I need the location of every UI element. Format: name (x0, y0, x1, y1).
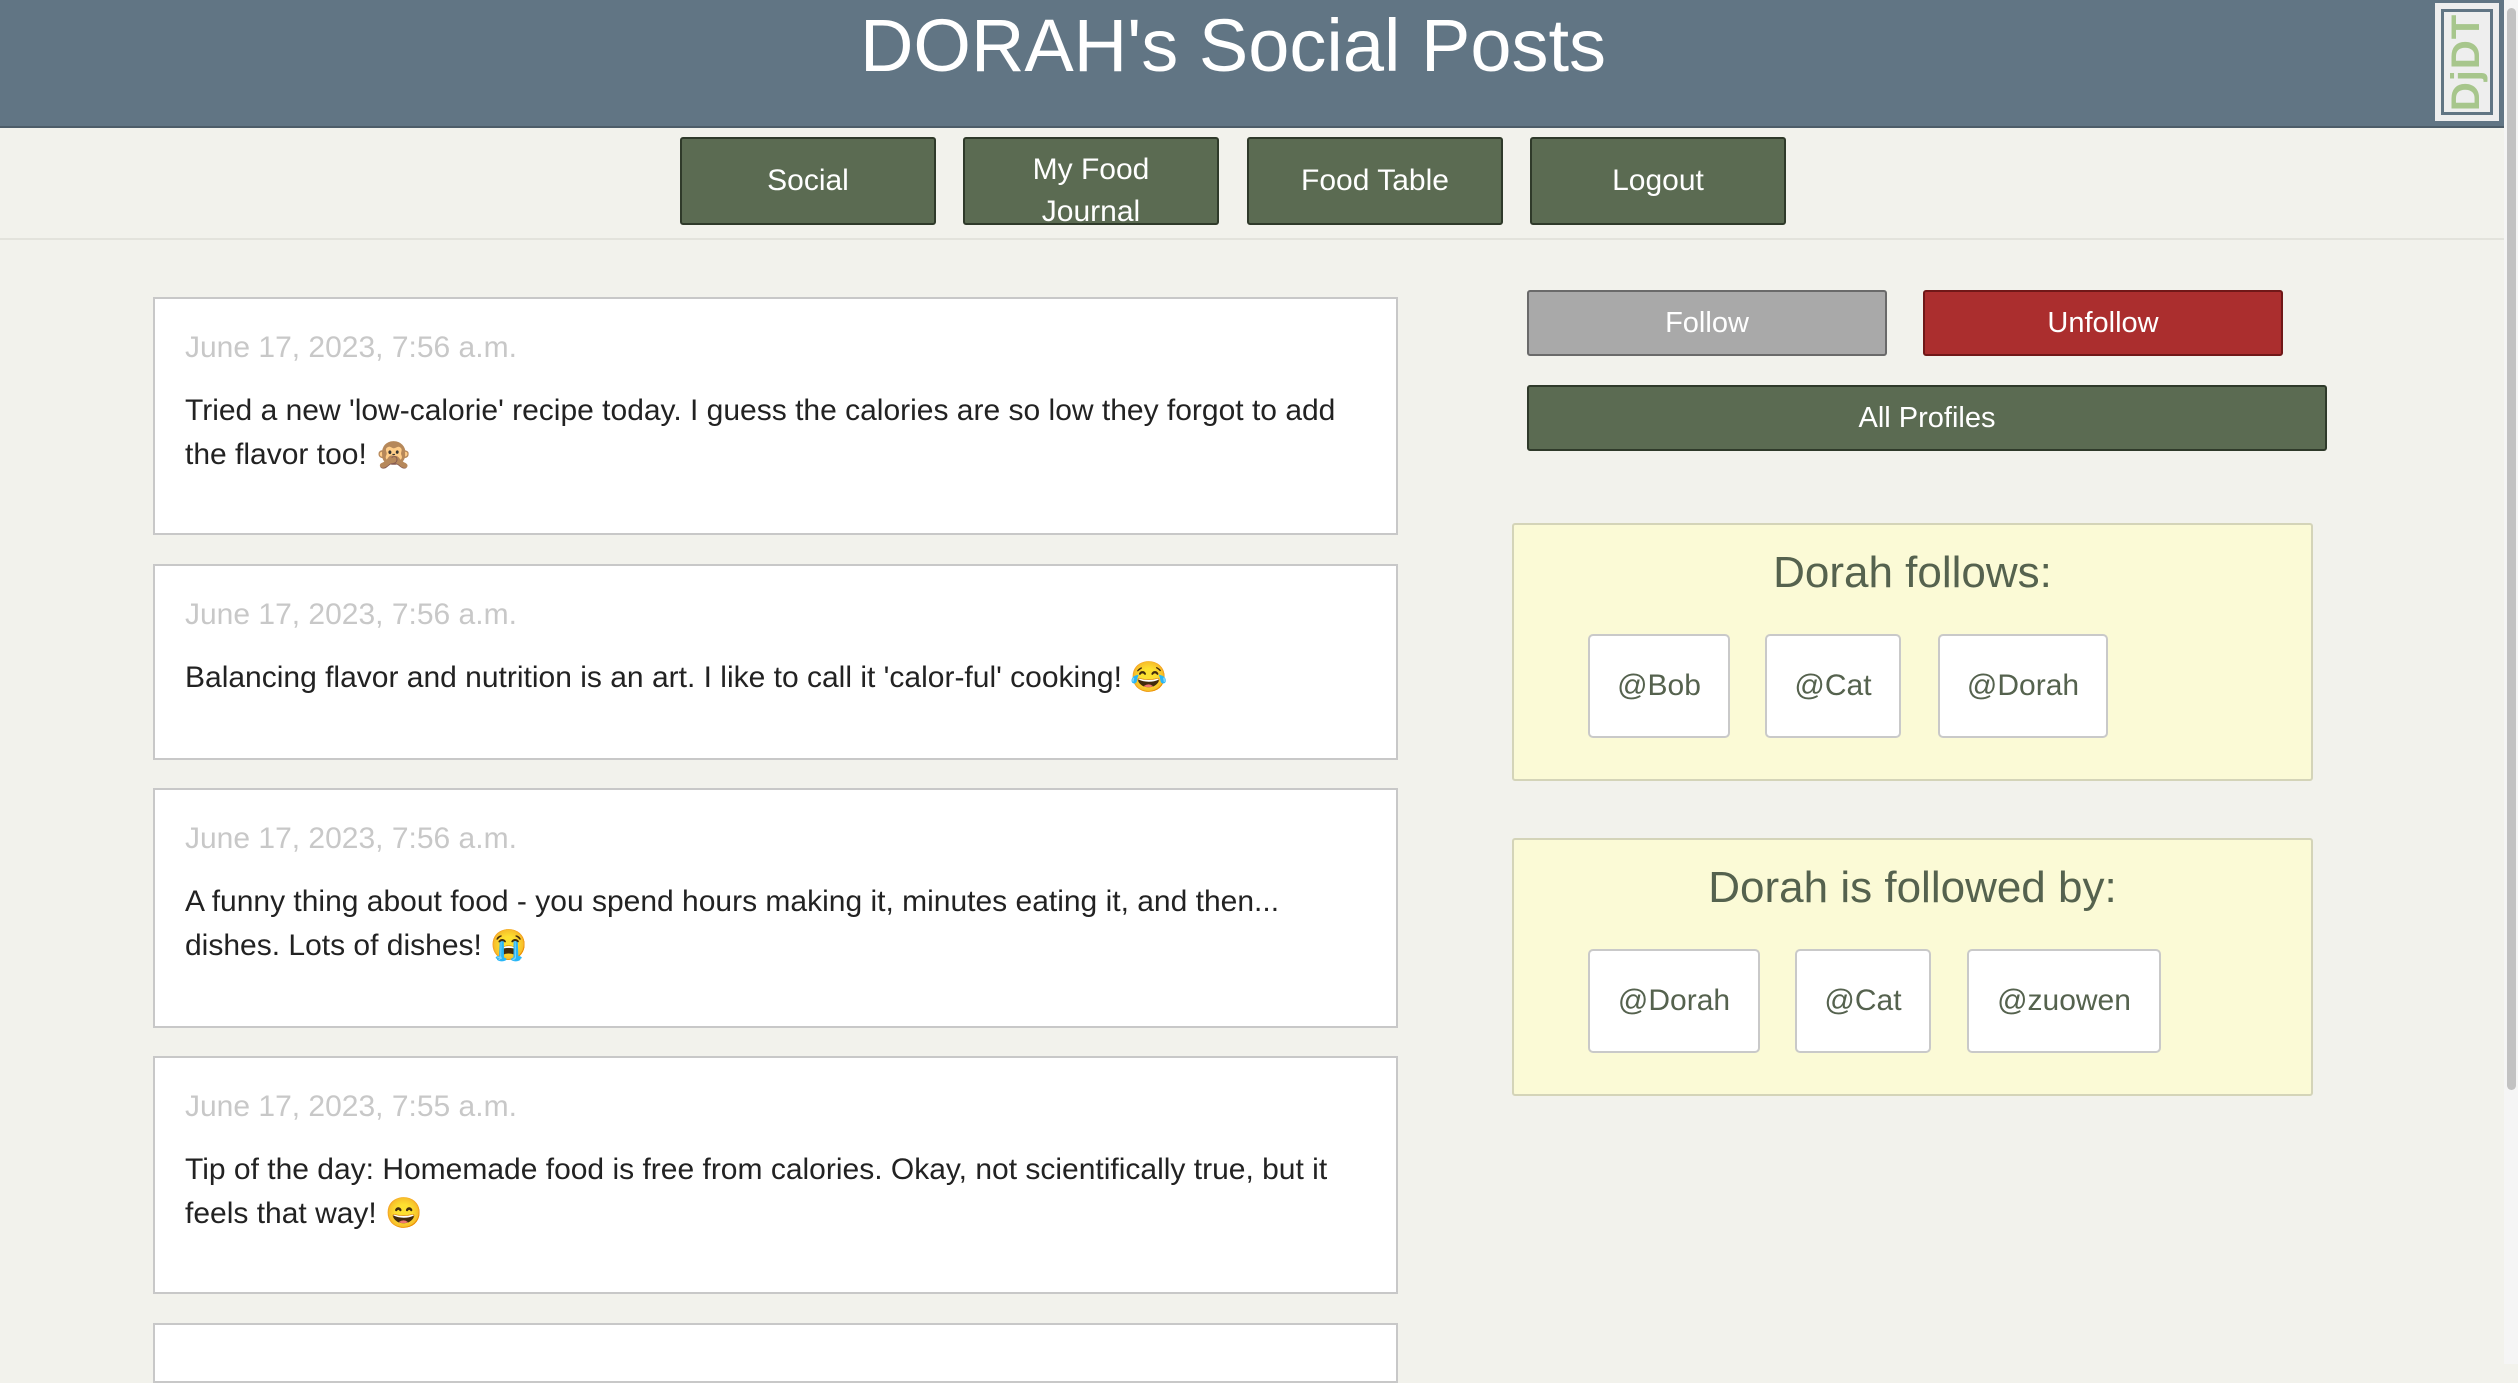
social-button[interactable]: Social (680, 137, 936, 225)
post-card: June 17, 2023, 7:56 a.m. Balancing flavo… (153, 564, 1398, 760)
debug-toolbar-frame: DjDT (2441, 9, 2493, 115)
post-date: June 17, 2023, 7:56 a.m. (185, 822, 517, 855)
post-card: June 17, 2023, 7:56 a.m. Tried a new 'lo… (153, 297, 1398, 535)
user-chip-cat[interactable]: @Cat (1795, 949, 1931, 1053)
logout-button[interactable]: Logout (1530, 137, 1786, 225)
post-card: June 17, 2023, 7:56 a.m. A funny thing a… (153, 788, 1398, 1028)
post-date: June 17, 2023, 7:56 a.m. (185, 598, 517, 631)
page-title: DORAH's Social Posts (859, 4, 1607, 87)
user-chip-cat[interactable]: @Cat (1765, 634, 1901, 738)
debug-toolbar-label: DjDT (2444, 13, 2489, 111)
page-scrollbar[interactable] (2504, 0, 2518, 1364)
debug-toolbar-handle[interactable]: DjDT (2432, 0, 2502, 124)
food-journal-button[interactable]: My Food Journal (963, 137, 1219, 225)
user-chip-zuowen[interactable]: @zuowen (1967, 949, 2161, 1053)
post-date: June 17, 2023, 7:55 a.m. (185, 1090, 517, 1123)
user-chip-dorah[interactable]: @Dorah (1588, 949, 1760, 1053)
followed-by-title: Dorah is followed by: (1708, 863, 2117, 912)
post-text: Balancing flavor and nutrition is an art… (185, 661, 1168, 694)
post-card (153, 1323, 1398, 1383)
post-text: Tip of the day: Homemade food is free fr… (185, 1153, 1328, 1230)
post-text: A funny thing about food - you spend hou… (185, 885, 1280, 962)
post-date: June 17, 2023, 7:56 a.m. (185, 331, 517, 364)
followed-by-box: Dorah is followed by: @Dorah @Cat @zuowe… (1512, 838, 2313, 1096)
post-card: June 17, 2023, 7:55 a.m. Tip of the day:… (153, 1056, 1398, 1294)
follows-title: Dorah follows: (1773, 548, 2052, 597)
page-header: DORAH's Social Posts DjDT (0, 0, 2508, 128)
scrollbar-thumb[interactable] (2507, 8, 2516, 1090)
all-profiles-button[interactable]: All Profiles (1527, 385, 2327, 451)
unfollow-button[interactable]: Unfollow (1923, 290, 2283, 356)
user-chip-bob[interactable]: @Bob (1588, 634, 1730, 738)
post-text: Tried a new 'low-calorie' recipe today. … (185, 394, 1336, 471)
user-chip-dorah[interactable]: @Dorah (1938, 634, 2108, 738)
follows-box: Dorah follows: @Bob @Cat @Dorah (1512, 523, 2313, 781)
main-nav: Social My Food Journal Food Table Logout (0, 128, 2508, 240)
follow-button[interactable]: Follow (1527, 290, 1887, 356)
food-table-button[interactable]: Food Table (1247, 137, 1503, 225)
